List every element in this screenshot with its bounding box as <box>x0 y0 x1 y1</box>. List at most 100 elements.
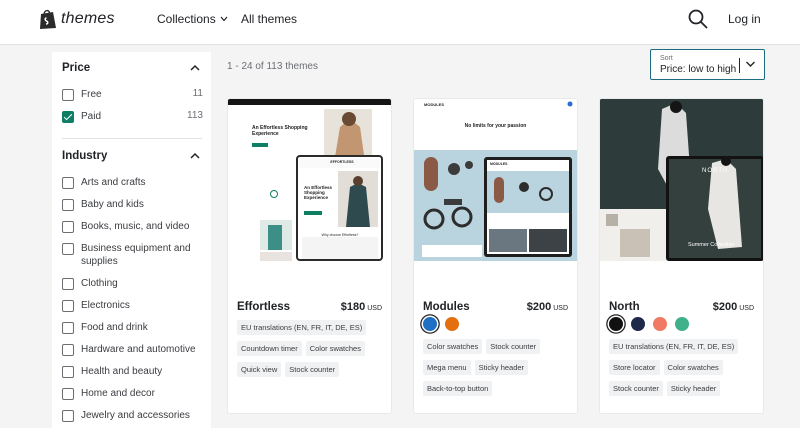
feature-tag: Sticky header <box>666 381 721 396</box>
brand-name[interactable]: themes <box>61 10 115 28</box>
feature-tag: Stock counter <box>486 339 541 354</box>
feature-tag: EU translations (EN, FR, IT, DE, ES) <box>237 320 367 335</box>
price-currency: USD <box>739 305 754 312</box>
feature-tag: Back-to-top button <box>423 381 493 396</box>
checkbox[interactable] <box>62 221 74 233</box>
facet-divider <box>62 138 202 139</box>
theme-name[interactable]: North <box>609 301 640 313</box>
feature-tag: Mega menu <box>423 360 471 375</box>
filter-label: Hardware and automotive <box>81 344 196 355</box>
feature-tag: Quick view <box>237 362 282 377</box>
checkbox[interactable] <box>62 177 74 189</box>
feature-tags: Color swatches Stock counter Mega menu S… <box>423 339 573 396</box>
theme-price: $200 USD <box>713 301 754 313</box>
theme-card-effortless[interactable]: An Effortless Shopping Experience EFFORT… <box>227 98 392 414</box>
filters-sidebar: Price Free 11 Paid 113 Industry Arts and… <box>52 52 211 428</box>
north-preview-art <box>600 99 763 261</box>
filter-industry-item[interactable]: Health and beauty <box>62 365 203 383</box>
price-currency: USD <box>367 305 382 312</box>
filter-industry-item[interactable]: Home and decor <box>62 387 203 405</box>
login-link[interactable]: Log in <box>728 12 761 26</box>
filter-label: Electronics <box>81 300 130 311</box>
results-count: 1 - 24 of 113 themes <box>227 61 318 72</box>
filter-label: Business equipment and supplies <box>81 243 191 267</box>
chevron-up-icon[interactable] <box>189 151 201 161</box>
top-header: themes Collections All themes Log in <box>0 0 800 45</box>
color-swatch[interactable] <box>631 317 645 331</box>
nav-all-themes[interactable]: All themes <box>241 12 297 26</box>
price-amount: $200 <box>712 301 738 313</box>
nav-collections[interactable]: Collections <box>157 12 228 26</box>
filter-label: Food and drink <box>81 322 148 333</box>
checkbox[interactable] <box>62 410 74 422</box>
filter-label: Paid <box>81 111 102 122</box>
checkbox[interactable] <box>62 322 74 334</box>
checkbox[interactable] <box>62 278 74 290</box>
checkbox[interactable] <box>62 300 74 312</box>
filter-industry-item[interactable]: Books, music, and video <box>62 220 203 238</box>
preview-hero-text: No limits for your passion <box>464 123 527 129</box>
checkbox[interactable] <box>62 388 74 400</box>
color-swatch[interactable] <box>675 317 689 331</box>
color-swatch[interactable] <box>653 317 667 331</box>
filter-industry-item[interactable]: Food and drink <box>62 321 203 339</box>
filter-label: Home and decor <box>81 388 155 399</box>
color-swatch[interactable] <box>445 317 459 331</box>
filter-industry-item[interactable]: Jewelry and accessories <box>62 409 203 427</box>
price-amount: $200 <box>526 301 552 313</box>
preview-hero-text-mobile: An Effortless Shopping Experience <box>304 185 333 200</box>
filter-industry-item[interactable]: Clothing <box>62 277 203 295</box>
filter-label: Clothing <box>81 278 118 289</box>
checkbox[interactable] <box>62 344 74 356</box>
filter-industry-item[interactable]: Business equipment and supplies <box>62 242 203 270</box>
facet-title-price: Price <box>62 62 91 74</box>
preview-logo-text: MODULES <box>424 102 444 107</box>
preview-section-text: Why choose Effortless? <box>321 233 359 237</box>
color-swatches <box>609 317 689 331</box>
preview-hero-text: Summer Collection <box>688 242 735 248</box>
filter-industry-item[interactable]: Hardware and automotive <box>62 343 203 361</box>
chevron-down-icon <box>746 61 755 67</box>
checkbox[interactable] <box>62 199 74 211</box>
preview-logo-text-mobile: MODULES <box>490 162 508 166</box>
filter-label: Health and beauty <box>81 366 163 377</box>
sort-value: Price: low to high <box>660 64 737 75</box>
filter-count: 11 <box>192 88 203 99</box>
filter-industry-item[interactable]: Arts and crafts <box>62 176 203 194</box>
theme-preview-image[interactable]: Summer Collection NORTH <box>600 99 763 261</box>
checkbox[interactable] <box>62 89 74 101</box>
theme-name[interactable]: Modules <box>423 301 470 313</box>
theme-preview-image[interactable]: No limits for your passion MODULES MODUL… <box>414 99 577 261</box>
filter-industry-item[interactable]: Baby and kids <box>62 198 203 216</box>
theme-price: $200 USD <box>527 301 568 313</box>
facet-title-industry: Industry <box>62 150 108 162</box>
theme-name[interactable]: Effortless <box>237 301 290 313</box>
sort-select[interactable]: Sort Price: low to high <box>650 49 765 80</box>
shopify-bag-logo-icon[interactable] <box>38 8 58 30</box>
color-swatch[interactable] <box>609 317 623 331</box>
theme-card-modules[interactable]: No limits for your passion MODULES MODUL… <box>413 98 578 414</box>
filter-price-paid[interactable]: Paid 113 <box>62 110 203 128</box>
color-swatches <box>423 317 459 331</box>
filter-label: Free <box>81 89 102 100</box>
checkbox-checked[interactable] <box>62 111 74 123</box>
color-swatch[interactable] <box>423 317 437 331</box>
theme-price: $180 USD <box>341 301 382 313</box>
checkbox[interactable] <box>62 243 74 255</box>
feature-tags: EU translations (EN, FR, IT, DE, ES) Sto… <box>609 339 759 396</box>
feature-tag: Stock counter <box>285 362 340 377</box>
nav-collections-label: Collections <box>157 12 216 26</box>
feature-tag: EU translations (EN, FR, IT, DE, ES) <box>609 339 739 354</box>
feature-tag: Sticky header <box>474 360 529 375</box>
filter-price-free[interactable]: Free 11 <box>62 88 203 106</box>
feature-tag: Color swatches <box>423 339 483 354</box>
preview-hero-text: An Effortless Shopping Experience <box>252 125 308 137</box>
feature-tag: Color swatches <box>305 341 365 356</box>
checkbox[interactable] <box>62 366 74 378</box>
filter-industry-item[interactable]: Electronics <box>62 299 203 317</box>
chevron-up-icon[interactable] <box>189 63 201 73</box>
theme-card-north[interactable]: Summer Collection NORTH North $200 USD EU… <box>599 98 764 414</box>
sort-caption: Sort <box>660 55 673 62</box>
search-icon[interactable] <box>687 8 709 30</box>
theme-preview-image[interactable]: An Effortless Shopping Experience EFFORT… <box>228 99 391 261</box>
